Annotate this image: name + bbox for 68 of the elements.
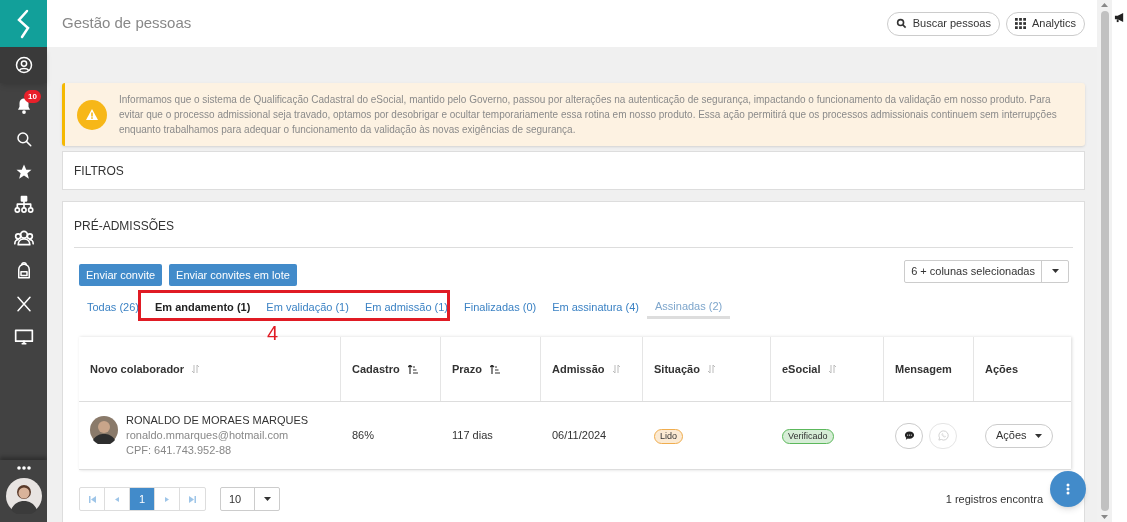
search-people-button[interactable]: Buscar pessoas xyxy=(886,11,1000,36)
sort-icon xyxy=(192,365,200,373)
tab[interactable]: Em assinatura (4) xyxy=(544,296,647,319)
filters-panel[interactable]: FILTROS xyxy=(62,151,1085,190)
megaphone-icon[interactable] xyxy=(1114,12,1125,23)
whatsapp-icon xyxy=(937,430,949,441)
sidebar-item[interactable] xyxy=(0,47,47,83)
scrollbar[interactable] xyxy=(1097,0,1112,522)
avatar[interactable] xyxy=(5,478,42,514)
analytics-button[interactable]: Analytics xyxy=(1005,11,1085,36)
org-chart-icon xyxy=(13,194,34,215)
sort-icon xyxy=(707,365,715,373)
tab[interactable]: Em andamento (1) xyxy=(147,296,259,319)
status-badge: Verificado xyxy=(782,429,834,444)
column-header[interactable]: eSocial xyxy=(771,337,884,401)
search-icon xyxy=(895,18,907,29)
person-avatar xyxy=(90,416,118,444)
grid-icon xyxy=(1014,18,1026,29)
scroll-up-icon[interactable] xyxy=(1101,3,1108,7)
tab[interactable]: Todas (26) xyxy=(79,296,147,319)
invite-button[interactable]: Enviar convite xyxy=(79,264,163,286)
table-cell: 117 dias xyxy=(452,429,493,442)
column-header: Mensagem xyxy=(884,337,974,401)
page-title: Gestão de pessoas xyxy=(62,13,193,34)
next-icon xyxy=(165,496,169,502)
caret-icon xyxy=(1034,433,1042,438)
notification-badge: 10 xyxy=(24,90,41,103)
sort-ascending-icon xyxy=(407,364,418,374)
caret-icon xyxy=(263,497,271,501)
column-header[interactable]: Cadastro xyxy=(341,337,441,401)
search-icon xyxy=(14,129,33,148)
floating-menu-button[interactable] xyxy=(1050,471,1086,507)
tab[interactable]: Finalizadas (0) xyxy=(456,296,545,319)
more-icon[interactable] xyxy=(16,466,31,470)
person-email: ronaldo.mmarques@hotmail.com xyxy=(126,428,290,443)
table-cell: 86% xyxy=(352,429,375,442)
columns-select[interactable]: 6 + colunas selecionadas xyxy=(904,259,1069,283)
alert-message: Informamos que o sistema de Qualificação Cadastral do eSocial, mantido pelo Governo, passou por alterações na autenticação de segurança, impactando o funcionamento da validação em nosso produto. Para evitar que o processo admissional seja travado, optamos por desobrigar e ocultar temporariamente essa rotina em nosso produto. Essa ação permitirá que os processos admissionais continuem sem interrupções enquanto trabalhamos para adequar o funcionamento da validação às novas exigências de segurança. xyxy=(119,93,1058,137)
x-icon xyxy=(14,294,33,313)
tab[interactable]: Em admissão (1) xyxy=(356,296,457,319)
person-cpf: CPF: 641.743.952-88 xyxy=(126,443,233,458)
sidebar-item[interactable]: 10 xyxy=(0,89,47,122)
table-cell: 06/11/2024 xyxy=(552,429,607,442)
invite-button[interactable]: Enviar convites em lote xyxy=(169,264,297,286)
column-header: Ações xyxy=(984,361,1020,377)
first-page-icon xyxy=(88,495,96,503)
column-header[interactable]: Prazo xyxy=(441,337,541,401)
page-button[interactable]: 1 xyxy=(130,488,155,510)
tab[interactable]: Em validação (1) xyxy=(258,296,357,319)
scroll-down-icon[interactable] xyxy=(1101,515,1108,519)
warning-icon xyxy=(77,99,107,130)
page-size-select[interactable]: 10 xyxy=(220,487,280,511)
sort-ascending-icon xyxy=(489,364,500,374)
more-vertical-icon xyxy=(1066,483,1070,495)
sort-icon xyxy=(612,365,620,373)
panel-title: FILTROS xyxy=(74,162,124,180)
panel-title: PRÉ-ADMISSÕES xyxy=(74,219,175,233)
person-name: RONALDO DE MORAES MARQUES xyxy=(126,413,309,428)
caret-icon xyxy=(1051,269,1059,273)
chat-icon xyxy=(903,430,915,441)
records-count: 1 registros encontra xyxy=(945,491,1043,507)
status-badge: Lido xyxy=(654,429,683,444)
sort-icon xyxy=(828,365,836,373)
previous-icon xyxy=(115,496,119,502)
column-header[interactable]: Situação xyxy=(643,337,771,401)
last-page-icon xyxy=(189,495,196,503)
user-circle-icon xyxy=(14,56,33,74)
column-header[interactable]: Admissão xyxy=(541,337,643,401)
